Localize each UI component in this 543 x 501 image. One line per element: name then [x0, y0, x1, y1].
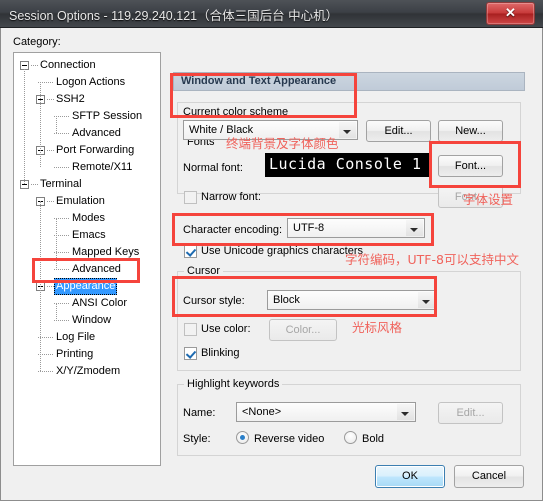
tree-connector — [31, 184, 38, 186]
tree-guide — [56, 116, 58, 133]
pane-header-label: Window and Text Appearance — [181, 75, 337, 87]
session-options-dialog: Session Options - 119.29.240.121（合体三国后台 … — [0, 0, 543, 501]
cancel-button-label: Cancel — [471, 470, 507, 482]
pane-header: Window and Text Appearance — [173, 72, 525, 91]
chevron-down-icon — [397, 404, 414, 420]
normal-font-button[interactable]: Font... — [438, 155, 503, 177]
tree-guide — [56, 303, 58, 321]
title-bar: Session Options - 119.29.240.121（合体三国后台 … — [0, 0, 543, 28]
sidebar-item-label: Port Forwarding — [56, 144, 135, 156]
sidebar-item-label: Remote/X11 — [72, 161, 133, 173]
sidebar-item-label: Window — [72, 314, 112, 326]
color-scheme-new-label: New... — [455, 125, 486, 137]
unicode-graphics-checkbox[interactable] — [184, 245, 197, 258]
cancel-button[interactable]: Cancel — [454, 465, 524, 488]
cursor-color-button: Color... — [269, 319, 337, 341]
tree-guide — [24, 69, 26, 184]
annotation-note-color-scheme: 终端背景及字体颜色 — [226, 136, 339, 151]
close-button[interactable]: ✕ — [486, 2, 535, 25]
tree-connector — [31, 65, 38, 67]
tree-connector — [47, 286, 54, 288]
narrow-font-checkbox[interactable] — [184, 191, 197, 204]
normal-font-preview: Lucida Console 1 — [265, 153, 432, 177]
annotation-note-encoding: 字符编码，UTF-8可以支持中文 — [345, 252, 519, 267]
tree-connector — [47, 201, 54, 203]
sidebar-item-label: Emacs — [72, 229, 106, 241]
sidebar-item-label: X/Y/Zmodem — [56, 365, 121, 377]
sidebar-item-label: Connection — [40, 59, 96, 71]
tree-connector — [47, 99, 54, 101]
highlight-name-value: <None> — [242, 406, 282, 418]
blinking-checkbox[interactable] — [184, 347, 197, 360]
ok-button[interactable]: OK — [375, 465, 445, 488]
annotation-note-cursor: 光标风格 — [352, 320, 403, 335]
reverse-video-label: Reverse video — [254, 433, 325, 445]
use-color-checkbox[interactable] — [184, 323, 197, 336]
bold-radio[interactable] — [344, 431, 357, 444]
highlight-edit-button: Edit... — [438, 402, 503, 424]
tree-guide — [56, 167, 58, 168]
tree-connector — [54, 133, 69, 135]
sidebar-item-label: ANSI Color — [72, 297, 128, 309]
category-label: Category: — [13, 36, 61, 48]
sidebar-item-label: Advanced — [72, 263, 121, 275]
tree-guide — [56, 218, 58, 270]
narrow-font-label: Narrow font: — [201, 191, 261, 203]
highlight-name-label: Name: — [183, 407, 216, 419]
highlight-group-label: Highlight keywords — [184, 378, 283, 390]
encoding-label: Character encoding: — [183, 224, 283, 236]
chevron-down-icon — [406, 220, 423, 236]
window-title: Session Options - 119.29.240.121（合体三国后台 … — [9, 9, 339, 23]
reverse-video-radio[interactable] — [236, 431, 249, 444]
color-scheme-edit-button[interactable]: Edit... — [366, 120, 431, 142]
normal-font-button-label: Font... — [454, 160, 487, 172]
tree-guide — [40, 201, 42, 371]
highlight-name-combo[interactable]: <None> — [236, 402, 416, 422]
close-icon: ✕ — [505, 5, 516, 20]
sidebar-item-label: Printing — [56, 348, 94, 360]
highlight-edit-label: Edit... — [456, 407, 485, 419]
cursor-style-value: Block — [273, 294, 300, 306]
ok-button-label: OK — [402, 470, 418, 482]
sidebar-item-label: Log File — [56, 331, 96, 343]
encoding-value: UTF-8 — [293, 222, 325, 234]
sidebar-item-label: Appearance — [54, 278, 118, 295]
unicode-graphics-label: Use Unicode graphics characters — [201, 245, 364, 257]
sidebar-item-label: Emulation — [56, 195, 105, 207]
chevron-down-icon — [339, 122, 356, 138]
color-scheme-edit-label: Edit... — [384, 125, 413, 137]
sidebar-item-label: Logon Actions — [56, 76, 126, 88]
color-scheme-label: Current color scheme — [183, 106, 289, 118]
cursor-group-label: Cursor — [184, 265, 224, 277]
bold-label: Bold — [362, 433, 385, 445]
tree-guide — [40, 82, 42, 167]
sidebar-item-label: Mapped Keys — [72, 246, 140, 258]
sidebar-item-label: Advanced — [72, 127, 121, 139]
annotation-note-font-setting: 字体设置 — [463, 192, 514, 207]
cursor-style-combo[interactable]: Block — [267, 290, 437, 310]
chevron-down-icon — [418, 292, 435, 308]
use-color-label: Use color: — [201, 323, 251, 335]
category-tree[interactable]: Connection Logon Actions SSH2 SFTP Session A… — [13, 52, 161, 466]
sidebar-item-label: SFTP Session — [72, 110, 143, 122]
tree-connector — [47, 150, 54, 152]
cursor-style-label: Cursor style: — [183, 295, 245, 307]
sidebar-item-label: Terminal — [40, 178, 82, 190]
normal-font-label: Normal font: — [183, 162, 243, 174]
normal-font-preview-text: Lucida Console 1 — [269, 155, 422, 173]
cursor-color-button-label: Color... — [285, 324, 321, 336]
sidebar-item-label: SSH2 — [56, 93, 85, 105]
highlight-style-label: Style: — [183, 433, 211, 445]
sidebar-item-label: Modes — [72, 212, 106, 224]
blinking-label: Blinking — [201, 347, 240, 359]
encoding-combo[interactable]: UTF-8 — [287, 218, 425, 238]
tree-connector — [38, 371, 53, 373]
color-scheme-new-button[interactable]: New... — [438, 120, 503, 142]
